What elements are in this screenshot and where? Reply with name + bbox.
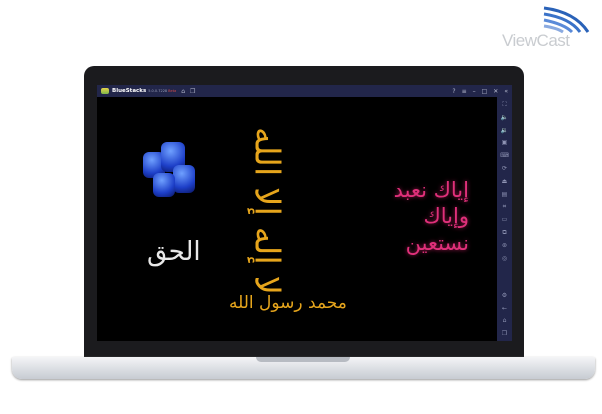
calligraphy-right-line2: وإياك نستعين: [405, 204, 469, 255]
rotate-icon[interactable]: ⟳: [502, 163, 507, 176]
laptop-notch: [256, 357, 350, 362]
title-bar: BlueStacks 5.0.0.7228 Beta ⌂ ❐ ? ≡ – □ ✕…: [97, 85, 512, 97]
collapse-sidebar-icon[interactable]: «: [504, 88, 508, 95]
calligraphy-left: الحق: [147, 237, 201, 267]
media-manager-icon[interactable]: ▤: [502, 189, 508, 202]
calligraphy-right: إياك نعبد وإياك نستعين: [379, 177, 469, 256]
viewcast-logo: ViewCast: [500, 4, 600, 50]
eco-mode-icon[interactable]: ◎: [502, 253, 507, 266]
maximize-icon[interactable]: □: [482, 88, 488, 95]
macro-icon[interactable]: ⊛: [502, 240, 507, 253]
recent-apps-icon[interactable]: ❐: [502, 328, 507, 341]
multi-instance-icon[interactable]: ❐: [190, 88, 195, 95]
multi-instance-icon[interactable]: ⧉: [502, 227, 506, 240]
app-version: 5.0.0.7228: [148, 89, 168, 93]
calligraphy-center-bottom: محمد رسول الله: [229, 293, 347, 313]
right-sidebar: ⛶ 🔈 🔉 ▣ ⌨ ⟳ ⏏ ▤ ⌗ ▭ ⧉ ⊛ ◎ ⚙ ← ⌂ ❐: [497, 97, 512, 341]
calligraphy-center-top: لا إله إلا الله: [246, 127, 287, 295]
screen-record-icon[interactable]: ▣: [502, 137, 508, 150]
close-icon[interactable]: ✕: [493, 88, 498, 95]
android-screen[interactable]: الحق لا إله إلا الله محمد رسول الله إياك…: [97, 97, 497, 341]
keyboard-icon[interactable]: ⌨: [500, 150, 509, 163]
screenshot-icon[interactable]: ⌗: [503, 201, 506, 214]
menu-icon[interactable]: ≡: [462, 88, 467, 95]
logo-text: ViewCast: [502, 31, 570, 50]
candle: [173, 165, 195, 193]
app-channel: Beta: [168, 89, 177, 93]
install-apk-icon[interactable]: ⏏: [502, 176, 508, 189]
signal-waves-icon: [543, 6, 590, 34]
volume-down-icon[interactable]: 🔉: [501, 125, 508, 138]
bluestacks-window: BlueStacks 5.0.0.7228 Beta ⌂ ❐ ? ≡ – □ ✕…: [97, 85, 512, 341]
help-icon[interactable]: ?: [452, 88, 455, 95]
home-icon[interactable]: ⌂: [181, 88, 185, 95]
calligraphy-right-line1: إياك نعبد: [393, 178, 469, 202]
volume-up-icon[interactable]: 🔈: [501, 112, 508, 125]
minimize-icon[interactable]: –: [473, 88, 476, 95]
back-icon[interactable]: ←: [502, 303, 507, 316]
candle: [153, 173, 175, 197]
bluestacks-logo-icon: [101, 88, 109, 94]
app-name: BlueStacks: [112, 88, 147, 94]
laptop-base: [12, 357, 595, 379]
candles-image: [133, 137, 203, 212]
fullscreen-icon[interactable]: ⛶: [502, 99, 506, 112]
settings-icon[interactable]: ⚙: [502, 290, 507, 303]
folder-icon[interactable]: ▭: [502, 214, 508, 227]
home-icon[interactable]: ⌂: [503, 315, 507, 328]
